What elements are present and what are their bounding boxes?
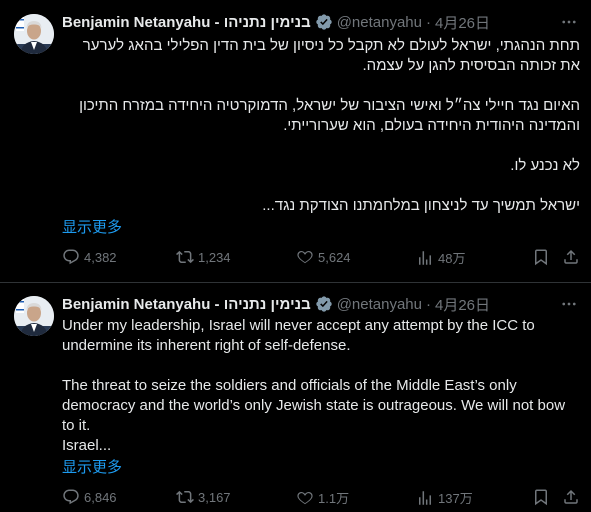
more-options-icon[interactable] [559,12,579,32]
avatar[interactable] [14,296,54,336]
like-count: 5,624 [318,249,351,265]
retweet-icon [176,250,194,264]
tweet-paragraph: האיום נגד חיילי צה״ל ואישי הציבור של ישר… [79,97,580,134]
verified-badge-icon[interactable] [315,295,333,313]
reply-button[interactable]: 6,846 [62,488,117,506]
like-icon [297,250,313,264]
show-more-link[interactable]: 显示更多 [62,216,122,237]
verified-badge-icon[interactable] [315,13,333,31]
tweet-paragraph: ישראל תמשיך עד לניצחון במלחמתנו הצודקת נ… [262,197,580,214]
views-button[interactable]: 137万 [416,488,473,507]
like-count: 1.1万 [318,491,350,506]
share-icon [564,489,578,504]
tweet-date[interactable]: 4月26日 [435,294,490,315]
tweet-header: Benjamin Netanyahu - בנימין נתניהו @neta… [62,294,490,314]
tweet-header: Benjamin Netanyahu - בנימין נתניהו @neta… [62,12,490,32]
retweet-button[interactable]: 1,234 [176,248,231,266]
reply-icon [63,489,79,505]
tweet-paragraph: תחת הנהגתי, ישראל לעולם לא תקבל כל ניסיו… [82,37,580,74]
tweet-paragraph: Under my leadership, Israel will never a… [62,317,535,354]
tweet-paragraph: לא נכנע לו. [510,157,580,174]
reply-count: 6,846 [84,489,117,505]
tweet-paragraph: Israel... [62,437,112,454]
tweet-paragraph: The threat to seize the soldiers and off… [62,377,566,434]
reply-count: 4,382 [84,249,117,265]
author-name[interactable]: Benjamin Netanyahu - בנימין נתניהו [62,296,311,313]
share-icon [564,249,578,264]
retweet-count: 1,234 [198,249,231,265]
bookmark-icon [535,489,547,506]
like-button[interactable]: 1.1万 [296,488,349,507]
views-button[interactable]: 48万 [416,248,465,267]
views-count: 137万 [438,491,473,506]
author-handle[interactable]: @netanyahu [337,14,422,31]
tweet-date[interactable]: 4月26日 [435,12,490,33]
bookmark-icon [535,249,547,266]
tweet-english[interactable]: Benjamin Netanyahu - בנימין נתניהו @neta… [0,284,591,512]
more-options-icon[interactable] [559,294,579,314]
tweet-text: תחת הנהגתי, ישראל לעולם לא תקבל כל ניסיו… [62,36,580,216]
separator-dot: · [426,295,431,313]
like-icon [297,491,313,504]
views-icon [419,250,431,265]
views-icon [419,490,431,505]
retweet-count: 3,167 [198,489,231,505]
tweet-text: Under my leadership, Israel will never a… [62,316,580,456]
tweet-hebrew[interactable]: Benjamin Netanyahu - בנימין נתניהו @neta… [0,0,591,283]
bookmark-button[interactable] [532,248,554,266]
avatar[interactable] [14,14,54,54]
tweet-actions: 4,382 1,234 5,624 48万 [62,248,582,268]
share-button[interactable] [562,488,584,506]
author-name[interactable]: Benjamin Netanyahu - בנימין נתניהו [62,14,311,31]
reply-button[interactable]: 4,382 [62,248,117,266]
views-count: 48万 [438,251,466,266]
tweet-actions: 6,846 3,167 1.1万 137万 [62,488,582,508]
reply-icon [63,249,79,265]
retweet-button[interactable]: 3,167 [176,488,231,506]
retweet-icon [176,490,194,504]
show-more-link[interactable]: 显示更多 [62,456,122,477]
bookmark-button[interactable] [532,488,554,506]
share-button[interactable] [562,248,584,266]
separator-dot: · [426,13,431,31]
like-button[interactable]: 5,624 [296,248,351,266]
author-handle[interactable]: @netanyahu [337,296,422,313]
